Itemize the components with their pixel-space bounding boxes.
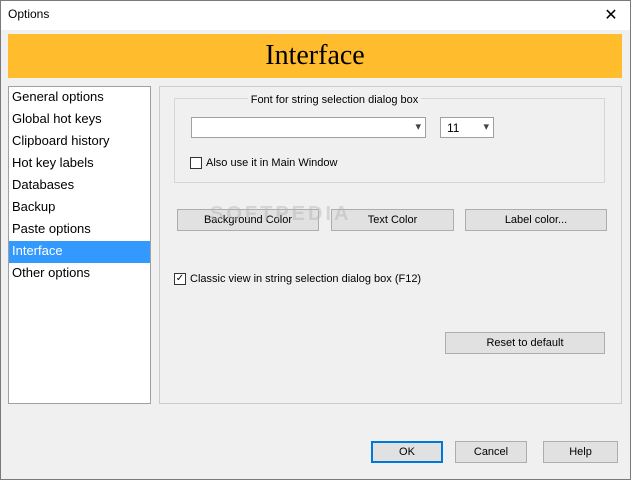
font-size-dropdown[interactable]: 11 ▾: [440, 117, 494, 138]
sidebar-item-backup[interactable]: Backup: [9, 197, 150, 219]
sidebar-item-databases[interactable]: Databases: [9, 175, 150, 197]
sidebar-item-global-hot-keys[interactable]: Global hot keys: [9, 109, 150, 131]
font-name-dropdown[interactable]: ▾: [191, 117, 426, 138]
text-color-button[interactable]: Text Color: [331, 209, 454, 231]
check-icon[interactable]: ✓: [174, 273, 186, 285]
title-bar: Options ✕: [1, 1, 630, 30]
checkbox-box[interactable]: [190, 157, 202, 169]
background-color-button[interactable]: Background Color: [177, 209, 319, 231]
chevron-down-icon: ▾: [415, 121, 421, 133]
font-group-box: [174, 98, 605, 183]
chevron-down-icon: ▾: [483, 121, 489, 133]
label-color-button[interactable]: Label color...: [465, 209, 607, 231]
sidebar-item-general-options[interactable]: General options: [9, 87, 150, 109]
main-window-checkbox[interactable]: Also use it in Main Window: [190, 157, 337, 169]
classic-view-checkbox[interactable]: ✓ Classic view in string selection dialo…: [174, 273, 421, 285]
classic-view-label: Classic view in string selection dialog …: [190, 273, 422, 285]
close-icon[interactable]: ✕: [598, 3, 624, 27]
window-title: Options: [8, 7, 50, 21]
reset-to-default-button[interactable]: Reset to default: [445, 332, 605, 354]
sidebar-item-other-options[interactable]: Other options: [9, 263, 150, 285]
main-window-checkbox-label: Also use it in Main Window: [206, 157, 338, 169]
cancel-button[interactable]: Cancel: [455, 441, 527, 463]
section-heading: Interface: [265, 40, 365, 71]
help-button[interactable]: Help: [543, 441, 618, 463]
sidebar-item-hot-key-labels[interactable]: Hot key labels: [9, 153, 150, 175]
section-banner: Interface: [8, 34, 622, 78]
sidebar-item-clipboard-history[interactable]: Clipboard history: [9, 131, 150, 153]
font-size-value: 11: [447, 121, 460, 135]
sidebar-item-paste-options[interactable]: Paste options: [9, 219, 150, 241]
sidebar-item-interface[interactable]: Interface: [9, 241, 150, 263]
category-list: General options Global hot keys Clipboar…: [8, 86, 151, 404]
ok-button[interactable]: OK: [371, 441, 443, 463]
